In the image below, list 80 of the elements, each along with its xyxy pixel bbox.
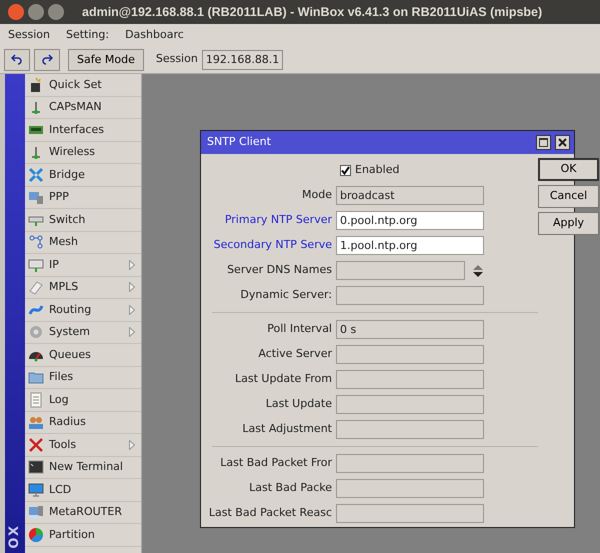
menu-item[interactable]: Routing	[25, 299, 141, 322]
menu-item[interactable]: Bridge	[25, 164, 141, 186]
menu-item[interactable]: Mesh	[25, 232, 141, 254]
menu-item[interactable]: Partition	[25, 524, 141, 546]
up-down-arrows-icon[interactable]	[473, 264, 483, 276]
menu-item[interactable]: IP	[25, 254, 141, 276]
menu-item[interactable]: Wireless	[25, 142, 141, 164]
side-brand-text: OX	[6, 524, 24, 549]
dialog-title: SNTP Client	[207, 134, 271, 150]
dialog-button[interactable]: Cancel	[538, 185, 599, 208]
redo-button[interactable]	[34, 48, 60, 70]
field-label: Last Bad Packet Reasc	[208, 505, 333, 522]
input-field[interactable]	[336, 345, 484, 364]
pie-icon	[28, 526, 44, 543]
field-label: Primary NTP Server	[224, 212, 333, 228]
menu-item[interactable]: Files	[25, 366, 141, 389]
gear-icon	[28, 324, 44, 340]
input-field[interactable]	[336, 370, 484, 389]
field-label: Dynamic Server:	[239, 287, 333, 304]
document-icon	[28, 392, 44, 408]
field-label: Last Bad Packet Fror	[219, 455, 333, 472]
menu-item[interactable]: New Terminal	[25, 456, 141, 479]
redo-icon	[41, 53, 53, 66]
computer-icon	[28, 504, 44, 520]
menu-item[interactable]: Dashboarc	[125, 26, 184, 44]
close-button[interactable]	[555, 135, 570, 150]
monitor-icon	[28, 482, 44, 498]
menu-item[interactable]: System	[25, 322, 141, 344]
field-label: Server DNS Names	[226, 262, 333, 278]
input-field[interactable]	[336, 479, 484, 498]
ip-box-icon	[28, 256, 44, 273]
menu-item[interactable]: Quick Set	[25, 74, 141, 96]
window-title: admin@192.168.88.1 (RB2011LAB) - WinBox v6.41.3 on RB2011UiAS (mipsbe)	[82, 4, 542, 21]
nodes-icon	[28, 234, 44, 250]
field-label: Last Adjustment	[241, 421, 333, 438]
session-label: Session	[156, 51, 198, 68]
input-field[interactable]: 1.pool.ntp.org	[336, 236, 484, 255]
menu-item[interactable]: Switch	[25, 209, 141, 232]
menu-item[interactable]: MetaROUTER	[25, 502, 141, 524]
enabled-checkbox[interactable]	[340, 165, 351, 176]
minimize-button[interactable]	[28, 4, 44, 20]
computer-icon	[28, 189, 44, 206]
field-label: Last Update From	[234, 371, 333, 388]
input-field[interactable]: 0.pool.ntp.org	[336, 211, 484, 230]
input-field[interactable]	[336, 420, 484, 439]
field-label: Secondary NTP Serve	[212, 237, 333, 254]
terminal-icon	[28, 459, 44, 476]
input-field[interactable]	[336, 395, 484, 414]
users-icon	[28, 414, 44, 430]
maximize-button[interactable]	[536, 135, 551, 150]
menu-item[interactable]: Log	[25, 389, 141, 412]
menu-item[interactable]: CAPsMAN	[25, 96, 141, 119]
enabled-label: Enabled	[355, 162, 400, 178]
field-label: Mode	[301, 187, 333, 204]
field-label: Active Server	[257, 346, 333, 362]
input-field[interactable]	[336, 286, 484, 305]
field-label: Last Update	[264, 396, 333, 412]
menu-item[interactable]: Radius	[25, 412, 141, 434]
undo-button[interactable]	[4, 48, 30, 70]
input-field[interactable]	[336, 504, 484, 523]
menu-item[interactable]: MPLS	[25, 276, 141, 299]
input-field[interactable]: 0 s	[336, 320, 484, 339]
input-field[interactable]	[336, 261, 465, 280]
dialog-button[interactable]: OK	[538, 158, 599, 181]
menu-item[interactable]: Setting:	[66, 26, 110, 44]
menu-item[interactable]: LCD	[25, 479, 141, 502]
dialog-button[interactable]: Apply	[538, 212, 599, 235]
menu-item[interactable]: Queues	[25, 344, 141, 366]
menu-item[interactable]: Session	[8, 26, 50, 44]
session-field: 192.168.88.1	[202, 50, 284, 70]
tags-icon	[28, 279, 44, 296]
safe-mode-button[interactable]: Safe Mode	[68, 48, 144, 70]
menu-item[interactable]: Interfaces	[25, 119, 141, 142]
input-field[interactable]	[336, 454, 484, 473]
field-label: Poll Interval	[266, 321, 333, 338]
field-label: Last Bad Packe	[248, 480, 333, 496]
input-field[interactable]: broadcast	[336, 186, 484, 205]
menu-item[interactable]: Tools	[25, 434, 141, 456]
menu-item[interactable]: PPP	[25, 186, 141, 209]
undo-icon	[11, 53, 23, 66]
